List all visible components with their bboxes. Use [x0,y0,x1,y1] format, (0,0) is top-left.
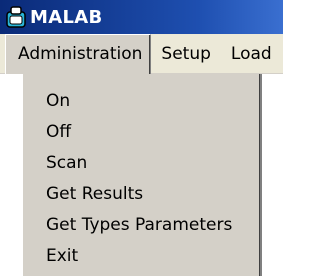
window-title: MALAB [30,6,103,28]
menu-item-get-types-parameters[interactable]: Get Types Parameters [23,209,260,240]
menu-administration[interactable]: Administration [5,33,152,74]
menu-item-get-results[interactable]: Get Results [23,178,260,209]
menu-bar: Administration Setup Load [0,33,283,74]
menu-item-scan[interactable]: Scan [23,147,260,178]
administration-dropdown-menu: On Off Scan Get Results Get Types Parame… [22,74,262,276]
menu-setup[interactable]: Setup [151,34,220,74]
title-bar[interactable]: MALAB [0,0,283,34]
app-icon [6,6,26,28]
menu-item-off[interactable]: Off [23,116,260,147]
menu-item-on[interactable]: On [23,85,260,116]
app-window: MALAB Administration Setup Load On Off S… [0,0,283,276]
menu-load[interactable]: Load [221,34,282,74]
menu-item-exit[interactable]: Exit [23,240,260,271]
